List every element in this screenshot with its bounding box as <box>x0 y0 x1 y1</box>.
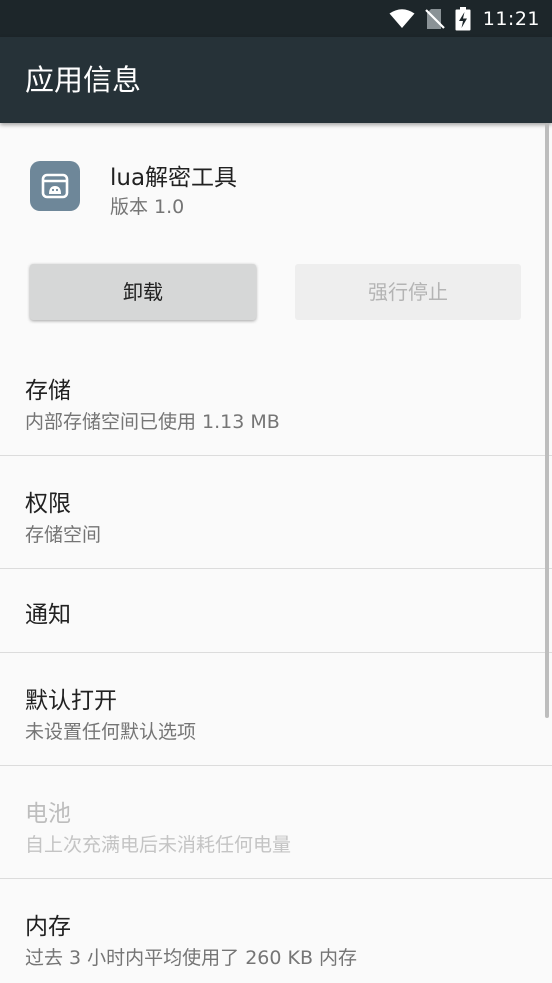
list-item-open-by-default[interactable]: 默认打开 未设置任何默认选项 <box>0 653 552 766</box>
app-bar: 应用信息 <box>0 37 552 123</box>
list-item-memory[interactable]: 内存 过去 3 小时内平均使用了 260 KB 内存 <box>0 879 552 983</box>
app-name: lua解密工具 <box>110 165 238 191</box>
list-item-summary: 自上次充满电后未消耗任何电量 <box>25 834 292 856</box>
status-time: 11:21 <box>482 7 540 30</box>
force-stop-button: 强行停止 <box>295 264 521 320</box>
list-item-summary: 存储空间 <box>25 524 102 546</box>
list-item-title: 默认打开 <box>25 688 117 714</box>
app-version: 版本 1.0 <box>110 196 185 218</box>
page-title: 应用信息 <box>25 63 142 97</box>
list-item-notifications[interactable]: 通知 <box>0 569 552 653</box>
list-item-permissions[interactable]: 权限 存储空间 <box>0 456 552 569</box>
settings-list: 存储 内部存储空间已使用 1.13 MB 权限 存储空间 通知 默认打开 未设置… <box>0 343 552 983</box>
battery-charging-icon <box>455 6 471 31</box>
wifi-icon <box>389 8 415 29</box>
list-item-summary: 未设置任何默认选项 <box>25 721 197 743</box>
list-item-title: 通知 <box>25 602 71 628</box>
scrollbar[interactable] <box>545 123 549 718</box>
list-item-battery: 电池 自上次充满电后未消耗任何电量 <box>0 766 552 879</box>
list-item-summary: 过去 3 小时内平均使用了 260 KB 内存 <box>25 947 358 969</box>
list-item-title: 存储 <box>25 378 71 404</box>
app-icon <box>30 161 80 211</box>
list-item-title: 权限 <box>25 491 71 517</box>
list-item-summary: 内部存储空间已使用 1.13 MB <box>25 411 280 433</box>
status-bar: 11:21 <box>0 0 552 37</box>
uninstall-button[interactable]: 卸载 <box>30 264 256 320</box>
no-sim-icon <box>424 8 445 30</box>
list-item-storage[interactable]: 存储 内部存储空间已使用 1.13 MB <box>0 343 552 456</box>
list-item-title: 内存 <box>25 914 71 940</box>
status-icons: 11:21 <box>389 0 540 37</box>
list-item-title: 电池 <box>25 801 71 827</box>
app-info-content: lua解密工具 版本 1.0 卸载 强行停止 存储 内部存储空间已使用 1.13… <box>0 123 552 983</box>
app-header: lua解密工具 版本 1.0 <box>0 123 552 253</box>
